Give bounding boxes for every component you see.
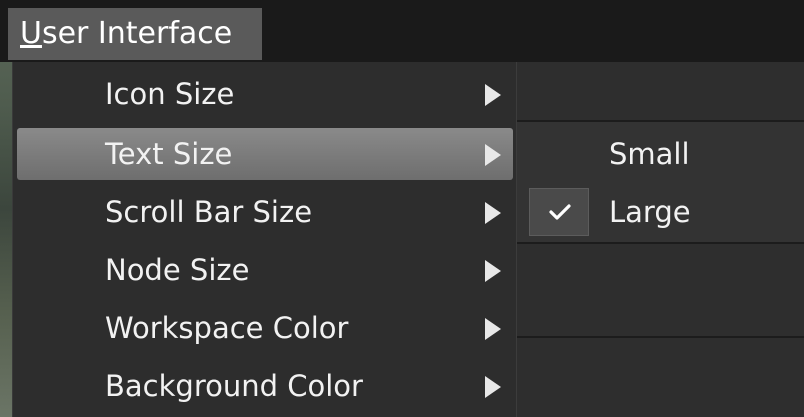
menu-item-label: Icon Size xyxy=(105,77,235,111)
chevron-right-icon xyxy=(485,318,501,340)
menu-item-label: Text Size xyxy=(105,137,233,171)
submenu-divider xyxy=(517,120,804,122)
chevron-right-icon xyxy=(485,376,501,398)
menu-item-text-size[interactable]: Text Size xyxy=(17,128,513,180)
background-scene xyxy=(0,0,12,417)
chevron-right-icon xyxy=(485,84,501,106)
app-window: User Interface Icon Size Text Size Scrol… xyxy=(0,0,804,417)
text-size-submenu: Small Large xyxy=(516,62,804,417)
menu-item-icon-size[interactable]: Icon Size xyxy=(17,68,513,120)
menu-item-scroll-bar-size[interactable]: Scroll Bar Size xyxy=(17,186,513,238)
user-interface-dropdown: Icon Size Text Size Scroll Bar Size Node… xyxy=(12,62,516,417)
chevron-right-icon xyxy=(485,144,501,166)
menu-title-text: ser Interface xyxy=(41,16,233,51)
submenu-item-label: Small xyxy=(609,137,690,171)
menu-item-background-color[interactable]: Background Color xyxy=(17,360,513,412)
menu-item-node-size[interactable]: Node Size xyxy=(17,244,513,296)
submenu-empty-row xyxy=(517,62,804,120)
menu-mnemonic: U xyxy=(20,16,42,51)
menu-user-interface[interactable]: User Interface xyxy=(8,8,262,60)
menu-item-workspace-color[interactable]: Workspace Color xyxy=(17,302,513,354)
chevron-right-icon xyxy=(485,260,501,282)
menu-item-label: Node Size xyxy=(105,253,250,287)
menu-item-label: Background Color xyxy=(105,369,363,403)
menu-item-label: Workspace Color xyxy=(105,311,349,345)
chevron-right-icon xyxy=(485,202,501,224)
submenu-item-label: Large xyxy=(609,195,691,229)
checkmark-icon xyxy=(549,204,571,220)
submenu-empty-row xyxy=(517,244,804,336)
submenu-item-small[interactable]: Small xyxy=(527,128,803,180)
menubar: User Interface xyxy=(0,0,804,62)
submenu-empty-row xyxy=(517,338,804,417)
checked-indicator xyxy=(529,188,589,236)
submenu-item-large[interactable]: Large xyxy=(527,186,803,238)
menu-item-label: Scroll Bar Size xyxy=(105,195,313,229)
